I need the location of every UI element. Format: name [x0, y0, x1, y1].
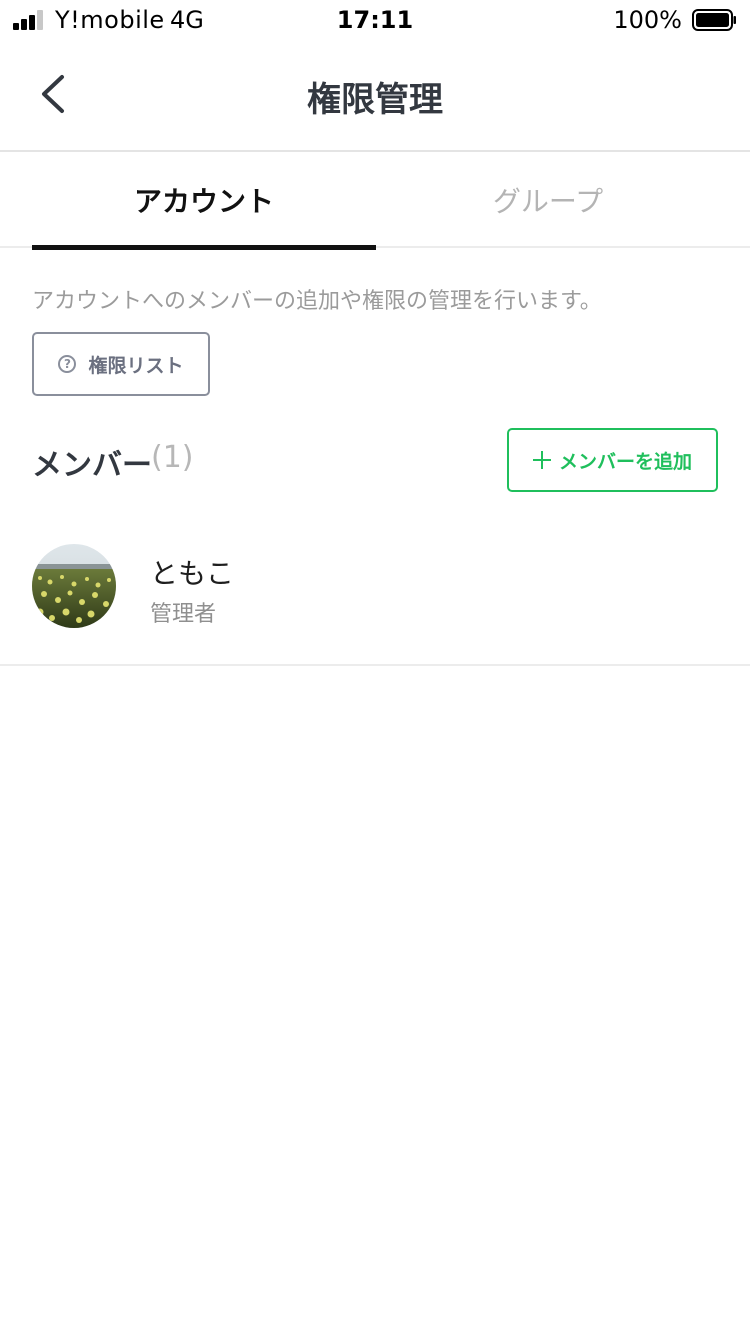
- member-name: ともこ: [150, 557, 235, 590]
- page-title: 権限管理: [307, 80, 443, 120]
- plus-icon: [532, 451, 551, 469]
- battery-percentage: 100%: [613, 6, 682, 34]
- screen: Y!mobile 4G 17:11 100% 権限管理 アカウント グループ ア…: [0, 0, 750, 1334]
- add-member-label: メンバーを追加: [558, 450, 692, 473]
- avatar-photo: [32, 544, 116, 628]
- add-member-button[interactable]: メンバーを追加: [507, 428, 718, 492]
- tab-group[interactable]: グループ: [376, 152, 720, 248]
- page-description: アカウントへのメンバーの追加や権限の管理を行います。: [32, 289, 602, 314]
- navigation-header: 権限管理: [0, 40, 750, 152]
- permission-list-button[interactable]: ? 権限リスト: [32, 332, 210, 396]
- member-role: 管理者: [150, 602, 217, 627]
- status-bar: Y!mobile 4G 17:11 100%: [0, 0, 750, 40]
- permission-list-label: 権限リスト: [88, 354, 184, 377]
- tab-bar: アカウント グループ: [0, 152, 750, 250]
- avatar: [32, 544, 116, 628]
- battery-icon: [692, 9, 736, 31]
- members-heading: メンバー: [32, 448, 152, 483]
- tab-account[interactable]: アカウント: [32, 152, 376, 250]
- member-list-item[interactable]: ともこ 管理者: [0, 520, 750, 666]
- members-count: (1): [151, 440, 194, 475]
- help-circle-icon: ?: [58, 355, 77, 373]
